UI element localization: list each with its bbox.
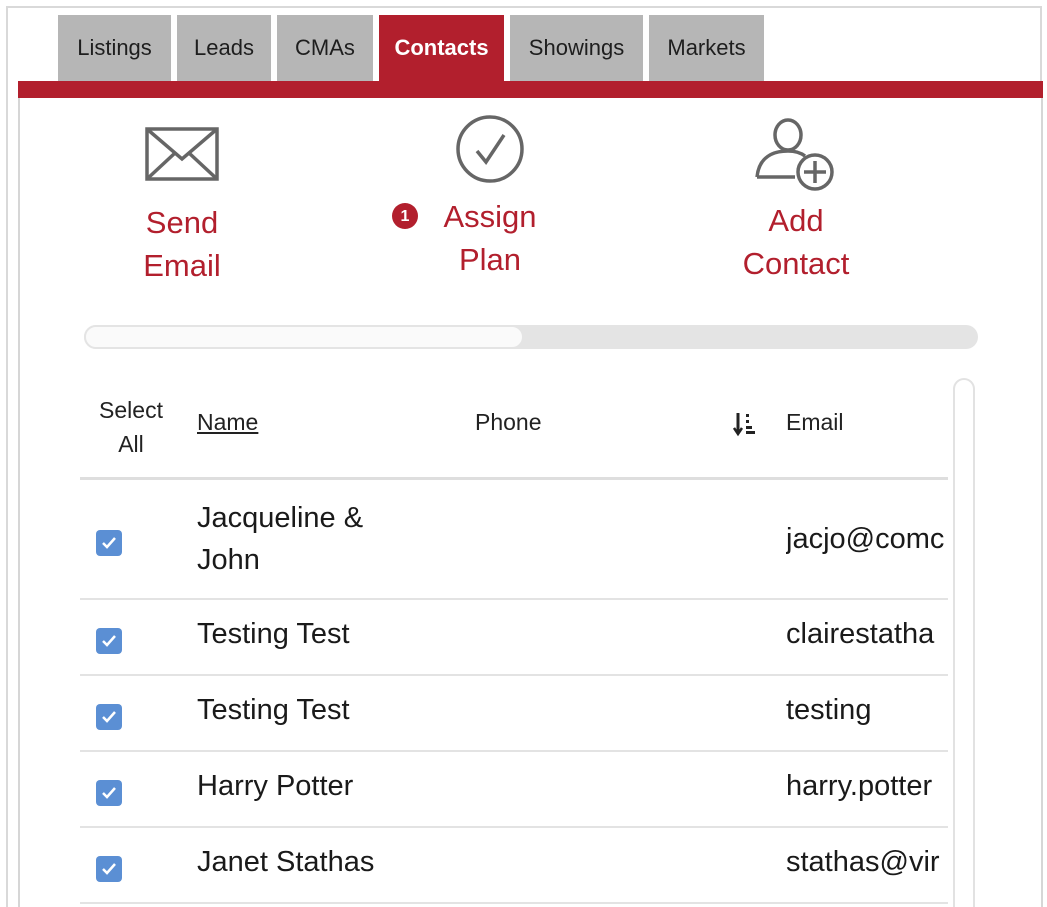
contact-email: stathas@vir xyxy=(786,846,940,878)
contact-name[interactable]: Testing Test xyxy=(197,694,350,727)
tab-underline-bar xyxy=(18,81,1043,98)
checkmark-icon xyxy=(102,863,116,875)
row-checkbox[interactable] xyxy=(96,780,122,806)
contact-name[interactable]: Jacqueline & John xyxy=(197,497,363,581)
table-header: Select All Name Phone Email xyxy=(80,385,948,480)
assign-plan-label-line2: Plan xyxy=(458,242,522,277)
name-column-header[interactable]: Name xyxy=(197,409,258,436)
row-checkbox[interactable] xyxy=(96,704,122,730)
add-contact-label-line2: Contact xyxy=(742,246,850,281)
select-all-header[interactable]: Select All xyxy=(94,393,168,461)
contact-email: testing xyxy=(786,694,872,726)
add-contact-button[interactable]: Add Contact xyxy=(730,117,862,285)
tab-listings[interactable]: Listings xyxy=(58,15,171,81)
checkmark-icon xyxy=(102,787,116,799)
tab-markets[interactable]: Markets xyxy=(649,15,764,81)
table-row[interactable]: Janet Stathas stathas@vir xyxy=(80,828,948,904)
tab-cmas[interactable]: CMAs xyxy=(277,15,373,81)
table-row[interactable]: Testing Test clairestatha xyxy=(80,600,948,676)
main-tabs: Listings Leads CMAs Contacts Showings Ma… xyxy=(58,15,770,81)
table-row[interactable]: Testing Test testing xyxy=(80,676,948,752)
add-contact-label-line1: Add xyxy=(768,203,824,238)
tab-leads[interactable]: Leads xyxy=(177,15,271,81)
contact-name[interactable]: Janet Stathas xyxy=(197,846,374,879)
check-circle-icon xyxy=(456,115,524,183)
horizontal-scrollbar[interactable] xyxy=(84,325,978,349)
checkmark-icon xyxy=(102,537,116,549)
tab-contacts[interactable]: Contacts xyxy=(379,15,504,81)
vertical-scrollbar[interactable] xyxy=(953,378,975,907)
sort-descending-icon[interactable] xyxy=(732,411,759,443)
row-checkbox[interactable] xyxy=(96,530,122,556)
send-email-label-line2: Email xyxy=(143,248,221,283)
checkmark-icon xyxy=(102,635,116,647)
send-email-label-line1: Send xyxy=(145,205,219,240)
row-checkbox[interactable] xyxy=(96,628,122,654)
table-row[interactable]: Harry Potter harry.potter xyxy=(80,752,948,828)
tab-showings[interactable]: Showings xyxy=(510,15,643,81)
contact-email: harry.potter xyxy=(786,770,933,802)
envelope-icon xyxy=(145,127,219,181)
send-email-button[interactable]: Send Email xyxy=(130,125,234,287)
checkmark-icon xyxy=(102,711,116,723)
assign-plan-button[interactable]: 1 Assign Plan xyxy=(392,113,542,281)
table-row[interactable]: Jacqueline & John jacjo@comc xyxy=(80,483,948,600)
contact-email: jacjo@comc xyxy=(786,523,945,555)
step-badge: 1 xyxy=(392,203,418,229)
row-checkbox[interactable] xyxy=(96,856,122,882)
email-column-header: Email xyxy=(786,409,844,435)
add-person-icon xyxy=(755,118,834,191)
horizontal-scrollbar-thumb[interactable] xyxy=(84,325,524,349)
phone-column-header: Phone xyxy=(475,409,542,435)
contact-name[interactable]: Harry Potter xyxy=(197,770,353,803)
contact-name[interactable]: Testing Test xyxy=(197,618,350,651)
contact-email: clairestatha xyxy=(786,618,935,650)
assign-plan-label-line1: 1 Assign xyxy=(392,195,542,238)
